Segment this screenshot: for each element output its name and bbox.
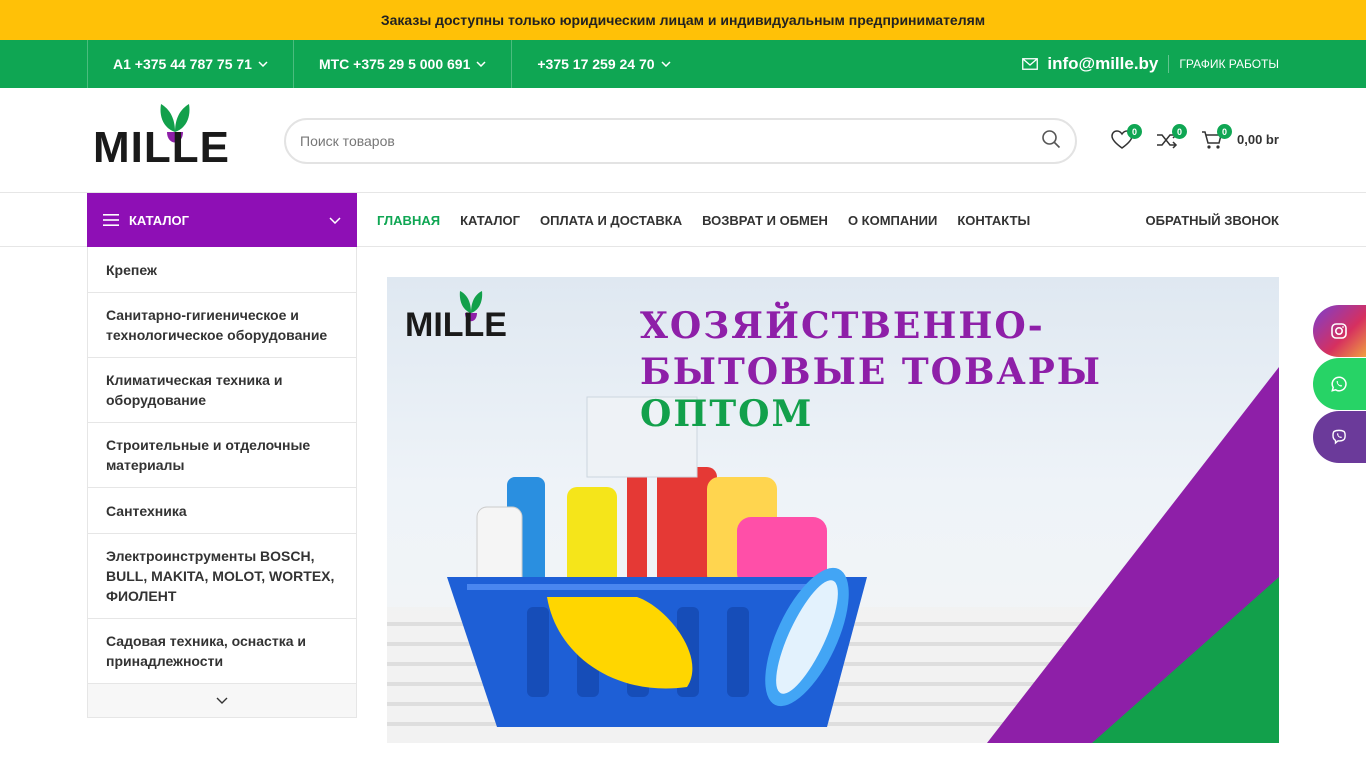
cart-total[interactable]: 0,00 br <box>1237 132 1279 147</box>
nav-contacts[interactable]: КОНТАКТЫ <box>957 213 1030 228</box>
hamburger-icon <box>103 214 119 226</box>
chevron-down-icon <box>476 61 486 67</box>
menu-links: ГЛАВНАЯ КАТАЛОГ ОПЛАТА И ДОСТАВКА ВОЗВРА… <box>377 193 1050 247</box>
catalog-toggle-label: КАТАЛОГ <box>129 212 189 228</box>
nav-home[interactable]: ГЛАВНАЯ <box>377 213 440 228</box>
notice-bar: Заказы доступны только юридическим лицам… <box>0 0 1366 40</box>
category-item[interactable]: Климатическая техника и оборудование <box>88 358 356 423</box>
cart-button[interactable]: 0 <box>1200 124 1232 152</box>
chevron-down-icon <box>329 211 341 229</box>
nav-payment-delivery[interactable]: ОПЛАТА И ДОСТАВКА <box>540 213 682 228</box>
hero-banner[interactable]: MILLE ХОЗЯЙСТВЕННО- БЫТОВЫЕ ТОВАРЫ ОПТОМ <box>387 277 1279 743</box>
category-item[interactable]: Электроинструменты BOSCH, BULL, MAKITA, … <box>88 534 356 619</box>
logo-text: MILLE <box>93 123 230 164</box>
wishlist-count: 0 <box>1127 124 1142 139</box>
compare-count: 0 <box>1172 124 1187 139</box>
site-logo[interactable]: MILLE <box>93 102 257 172</box>
cart-count: 0 <box>1217 124 1232 139</box>
compare-button[interactable]: 0 <box>1155 124 1187 152</box>
email-link[interactable]: info@mille.by <box>1022 54 1168 74</box>
category-item[interactable]: Строительные и отделочные материалы <box>88 423 356 488</box>
svg-text:MILLE: MILLE <box>405 306 507 339</box>
phone-mts[interactable]: МТС +375 29 5 000 691 <box>292 40 511 88</box>
banner-title-line1: ХОЗЯЙСТВЕННО- <box>640 305 1045 347</box>
show-more-categories-button[interactable] <box>88 684 356 717</box>
category-item[interactable]: Санитарно-гигиеническое и технологическо… <box>88 293 356 358</box>
wishlist-button[interactable]: 0 <box>1110 124 1142 152</box>
nav-catalog[interactable]: КАТАЛОГ <box>460 213 520 228</box>
main-navigation: КАТАЛОГ ГЛАВНАЯ КАТАЛОГ ОПЛАТА И ДОСТАВК… <box>0 193 1366 247</box>
phone-city[interactable]: +375 17 259 24 70 <box>511 40 695 88</box>
search-input[interactable] <box>300 133 1041 149</box>
instagram-icon <box>1331 323 1347 339</box>
catalog-toggle-button[interactable]: КАТАЛОГ <box>87 193 357 247</box>
whatsapp-icon <box>1331 376 1347 392</box>
category-sidebar: Крепеж Санитарно-гигиеническое и техноло… <box>87 247 357 718</box>
envelope-icon <box>1022 58 1039 70</box>
whatsapp-button[interactable] <box>1313 358 1366 410</box>
nav-returns[interactable]: ВОЗВРАТ И ОБМЕН <box>702 213 828 228</box>
category-item[interactable]: Крепеж <box>88 247 356 293</box>
banner-title-line2: БЫТОВЫЕ ТОВАРЫ ОПТОМ <box>640 351 1103 435</box>
chevron-down-icon <box>258 61 268 67</box>
search-box[interactable] <box>284 118 1077 164</box>
chevron-down-icon <box>661 61 671 67</box>
search-icon[interactable] <box>1041 129 1061 154</box>
viber-icon <box>1332 429 1346 445</box>
phone-a1[interactable]: А1 +375 44 787 75 71 <box>87 40 293 88</box>
instagram-button[interactable] <box>1313 305 1366 357</box>
category-item[interactable]: Садовая техника, оснастка и принадлежнос… <box>88 619 356 684</box>
schedule-link[interactable]: ГРАФИК РАБОТЫ <box>1168 55 1279 73</box>
banner-logo: MILLE <box>405 291 507 339</box>
notice-text: Заказы доступны только юридическим лицам… <box>380 12 986 28</box>
nav-about[interactable]: О КОМПАНИИ <box>848 213 937 228</box>
viber-button[interactable] <box>1313 411 1366 463</box>
chevron-down-icon <box>216 697 228 704</box>
category-item[interactable]: Сантехника <box>88 488 356 534</box>
callback-link[interactable]: ОБРАТНЫЙ ЗВОНОК <box>1146 193 1280 247</box>
contact-bar: А1 +375 44 787 75 71 МТС +375 29 5 000 6… <box>0 40 1366 88</box>
